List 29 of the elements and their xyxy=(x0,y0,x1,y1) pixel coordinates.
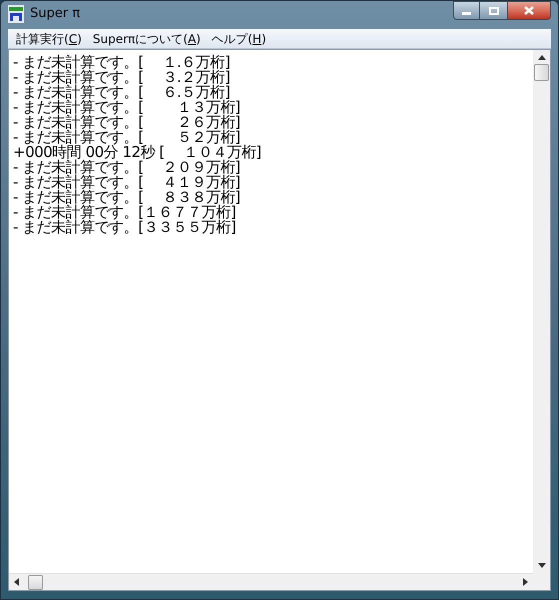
scroll-thumb[interactable] xyxy=(28,574,43,590)
output-line: - まだ未計算です。[ ２６万桁] xyxy=(13,115,240,130)
scroll-down-icon xyxy=(538,563,546,568)
window-title: Super π xyxy=(30,5,80,24)
scroll-right-icon xyxy=(523,578,528,586)
scroll-up-icon xyxy=(538,55,546,60)
menu-item[interactable]: 計算実行(C) xyxy=(12,30,86,48)
horizontal-scrollbar[interactable] xyxy=(9,573,533,590)
minimize-button[interactable] xyxy=(453,1,480,20)
output-line: - まだ未計算です。[ ３.２万桁] xyxy=(13,70,230,85)
output-line: - まだ未計算です。[１６７７万桁] xyxy=(13,205,236,220)
output-line: - まだ未計算です。[ ８３８万桁] xyxy=(13,190,240,205)
scroll-left-icon xyxy=(14,578,19,586)
output-line: - まだ未計算です。[３３５５万桁] xyxy=(13,220,236,235)
app-icon xyxy=(8,5,24,23)
close-icon xyxy=(524,6,534,15)
menu-item[interactable]: Superπについて(A) xyxy=(88,30,205,48)
output-line: - まだ未計算です。[ ４１９万桁] xyxy=(13,175,240,190)
close-button[interactable] xyxy=(507,1,551,20)
output-line: - まだ未計算です。[ ６.５万桁] xyxy=(13,85,230,100)
output-line: +000時間 00分 12秒 [ １０４万桁] xyxy=(13,145,262,160)
output-line: - まだ未計算です。[ １.６万桁] xyxy=(13,55,230,70)
vertical-scrollbar[interactable] xyxy=(533,50,550,573)
output-line: - まだ未計算です。[ ５２万桁] xyxy=(13,130,240,145)
output-line: - まだ未計算です。[ １３万桁] xyxy=(13,100,240,115)
scroll-thumb[interactable] xyxy=(534,64,549,81)
output-line: - まだ未計算です。[ ２０９万桁] xyxy=(13,160,240,175)
maximize-button[interactable] xyxy=(480,1,507,20)
menu-item[interactable]: ヘルプ(H) xyxy=(208,30,270,48)
